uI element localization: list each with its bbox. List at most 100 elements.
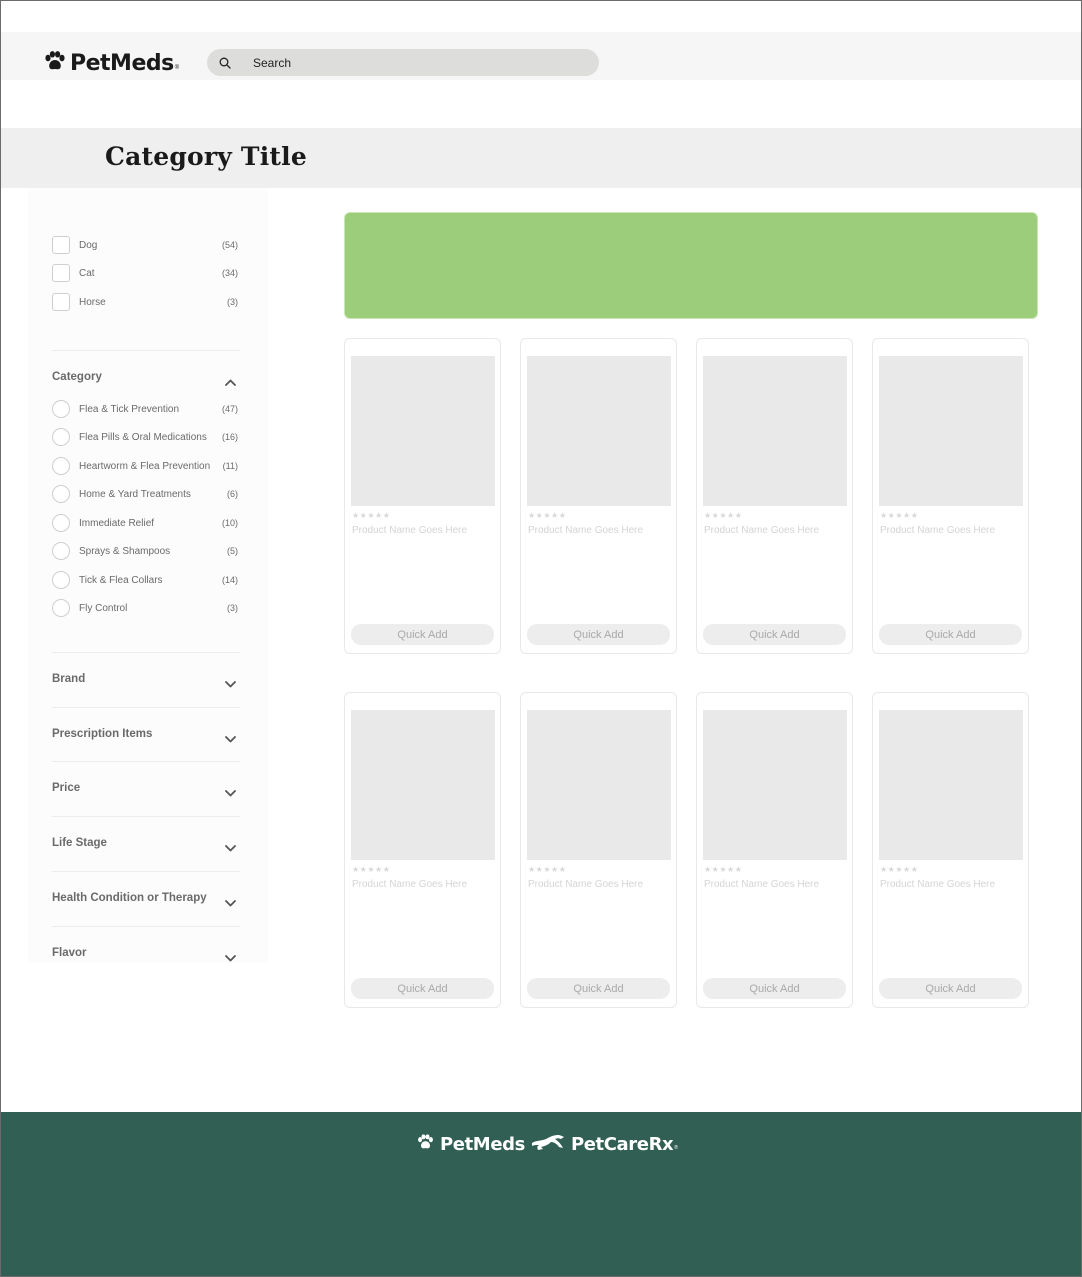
radio-button[interactable] bbox=[52, 400, 70, 418]
filter-category-home-yard[interactable]: Home & Yard Treatments (6) bbox=[52, 484, 238, 504]
chevron-up-icon[interactable] bbox=[224, 376, 236, 388]
product-image[interactable] bbox=[703, 356, 847, 506]
radio-button[interactable] bbox=[52, 457, 70, 475]
product-image[interactable] bbox=[527, 356, 671, 506]
rating-stars: ★★★★★ bbox=[880, 865, 919, 874]
checkbox[interactable] bbox=[52, 236, 70, 254]
chevron-down-icon[interactable] bbox=[224, 897, 236, 909]
radio-button[interactable] bbox=[52, 571, 70, 589]
radio-button[interactable] bbox=[52, 485, 70, 503]
search-icon[interactable] bbox=[218, 56, 232, 70]
filter-pet-dog[interactable]: Dog (54) bbox=[52, 235, 238, 255]
chevron-down-icon[interactable] bbox=[224, 678, 236, 690]
filter-count: (6) bbox=[227, 489, 238, 499]
filter-category-collars[interactable]: Tick & Flea Collars (14) bbox=[52, 570, 238, 590]
filter-count: (47) bbox=[221, 404, 238, 414]
search-bar[interactable] bbox=[207, 49, 599, 76]
product-image[interactable] bbox=[879, 710, 1023, 860]
filter-label: Flea Pills & Oral Medications bbox=[79, 431, 207, 443]
product-name[interactable]: Product Name Goes Here bbox=[704, 525, 819, 536]
life-stage-section-title[interactable]: Life Stage bbox=[52, 837, 107, 849]
quick-add-button[interactable]: Quick Add bbox=[879, 978, 1022, 999]
product-name[interactable]: Product Name Goes Here bbox=[352, 879, 467, 890]
filter-count: (3) bbox=[227, 297, 238, 307]
product-image[interactable] bbox=[879, 356, 1023, 506]
quick-add-button[interactable]: Quick Add bbox=[527, 978, 670, 999]
promo-banner[interactable] bbox=[344, 212, 1038, 319]
product-image[interactable] bbox=[527, 710, 671, 860]
quick-add-button[interactable]: Quick Add bbox=[351, 624, 494, 645]
radio-button[interactable] bbox=[52, 542, 70, 560]
product-card[interactable]: ★★★★★ Product Name Goes Here Quick Add bbox=[696, 338, 853, 654]
product-card[interactable]: ★★★★★ Product Name Goes Here Quick Add bbox=[696, 692, 853, 1008]
product-card[interactable]: ★★★★★ Product Name Goes Here Quick Add bbox=[344, 692, 501, 1008]
chevron-down-icon[interactable] bbox=[224, 952, 236, 964]
product-image[interactable] bbox=[351, 710, 495, 860]
quick-add-button[interactable]: Quick Add bbox=[351, 978, 494, 999]
product-name[interactable]: Product Name Goes Here bbox=[352, 525, 467, 536]
filter-category-fly-control[interactable]: Fly Control (3) bbox=[52, 598, 238, 618]
divider bbox=[52, 761, 240, 762]
search-input[interactable] bbox=[253, 55, 553, 70]
product-name[interactable]: Product Name Goes Here bbox=[880, 879, 995, 890]
filter-category-flea-pills[interactable]: Flea Pills & Oral Medications (16) bbox=[52, 427, 238, 447]
radio-button[interactable] bbox=[52, 428, 70, 446]
filter-label: Horse bbox=[79, 296, 106, 308]
filter-label: Immediate Relief bbox=[79, 517, 155, 529]
filter-label: Sprays & Shampoos bbox=[79, 545, 171, 557]
brand-section-title[interactable]: Brand bbox=[52, 673, 85, 685]
paw-icon bbox=[417, 1133, 434, 1155]
divider bbox=[52, 871, 240, 872]
quick-add-button[interactable]: Quick Add bbox=[879, 624, 1022, 645]
radio-button[interactable] bbox=[52, 599, 70, 617]
quick-add-button[interactable]: Quick Add bbox=[527, 624, 670, 645]
health-condition-section-title[interactable]: Health Condition or Therapy bbox=[52, 892, 207, 904]
flavor-section-title[interactable]: Flavor bbox=[52, 947, 87, 959]
divider bbox=[52, 350, 240, 351]
chevron-down-icon[interactable] bbox=[224, 842, 236, 854]
paw-icon bbox=[44, 50, 66, 76]
product-card[interactable]: ★★★★★ Product Name Goes Here Quick Add bbox=[520, 692, 677, 1008]
filter-count: (11) bbox=[222, 461, 238, 471]
filter-category-immediate-relief[interactable]: Immediate Relief (10) bbox=[52, 513, 238, 533]
category-section-title[interactable]: Category bbox=[52, 371, 102, 383]
prescription-section-title[interactable]: Prescription Items bbox=[52, 728, 152, 740]
page-title: Category Title bbox=[105, 142, 307, 171]
petmeds-logo[interactable]: PetMeds ® bbox=[44, 49, 179, 77]
divider bbox=[52, 652, 240, 653]
product-card[interactable]: ★★★★★ Product Name Goes Here Quick Add bbox=[872, 692, 1029, 1008]
filter-count: (16) bbox=[221, 432, 238, 442]
product-name[interactable]: Product Name Goes Here bbox=[704, 879, 819, 890]
logo-trademark: ® bbox=[174, 65, 180, 71]
filter-count: (3) bbox=[227, 603, 238, 613]
checkbox[interactable] bbox=[52, 264, 70, 282]
filter-category-flea-tick-prevention[interactable]: Flea & Tick Prevention (47) bbox=[52, 399, 238, 419]
filter-pet-cat[interactable]: Cat (34) bbox=[52, 263, 238, 283]
radio-button[interactable] bbox=[52, 514, 70, 532]
product-name[interactable]: Product Name Goes Here bbox=[880, 525, 995, 536]
filter-label: Flea & Tick Prevention bbox=[79, 403, 180, 415]
filter-category-heartworm[interactable]: Heartworm & Flea Prevention (11) bbox=[52, 456, 238, 476]
footer-brand-petmeds[interactable]: PetMeds bbox=[440, 1134, 525, 1155]
price-section-title[interactable]: Price bbox=[52, 782, 80, 794]
filter-count: (54) bbox=[221, 240, 238, 250]
divider bbox=[52, 816, 240, 817]
footer-brand-petcarerx[interactable]: PetCareRx bbox=[571, 1134, 674, 1155]
product-name[interactable]: Product Name Goes Here bbox=[528, 525, 643, 536]
divider bbox=[52, 707, 240, 708]
product-name[interactable]: Product Name Goes Here bbox=[528, 879, 643, 890]
product-image[interactable] bbox=[351, 356, 495, 506]
checkbox[interactable] bbox=[52, 293, 70, 311]
chevron-down-icon[interactable] bbox=[224, 787, 236, 799]
filter-category-sprays-shampoos[interactable]: Sprays & Shampoos (5) bbox=[52, 541, 238, 561]
chevron-down-icon[interactable] bbox=[224, 733, 236, 745]
product-card[interactable]: ★★★★★ Product Name Goes Here Quick Add bbox=[520, 338, 677, 654]
product-image[interactable] bbox=[703, 710, 847, 860]
quick-add-button[interactable]: Quick Add bbox=[703, 978, 846, 999]
product-card[interactable]: ★★★★★ Product Name Goes Here Quick Add bbox=[872, 338, 1029, 654]
footer-trademark: ® bbox=[674, 1145, 678, 1151]
rating-stars: ★★★★★ bbox=[704, 511, 743, 520]
product-card[interactable]: ★★★★★ Product Name Goes Here Quick Add bbox=[344, 338, 501, 654]
filter-pet-horse[interactable]: Horse (3) bbox=[52, 292, 238, 312]
quick-add-button[interactable]: Quick Add bbox=[703, 624, 846, 645]
